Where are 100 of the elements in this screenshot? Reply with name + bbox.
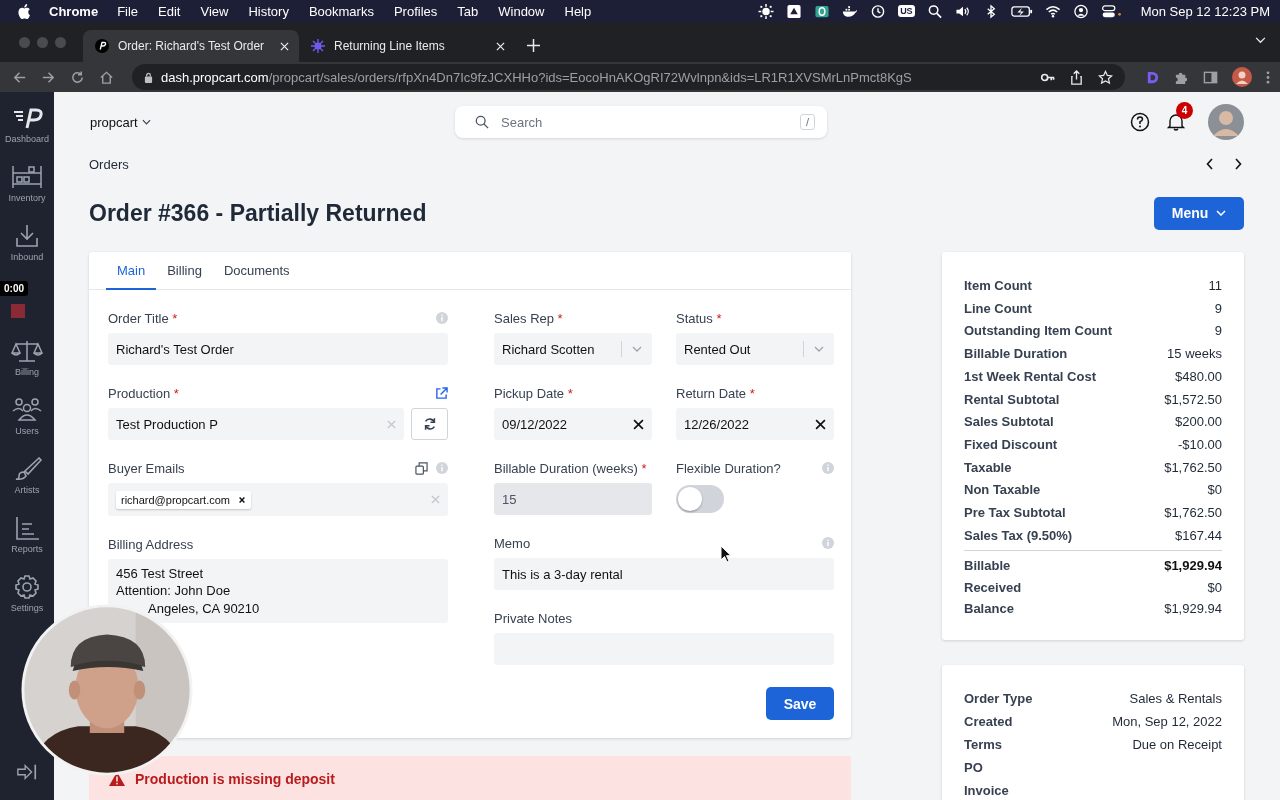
sales-rep-dropdown[interactable]: Richard Scotten	[494, 333, 652, 365]
detail-label: Invoice	[964, 781, 1009, 800]
side-panel-icon[interactable]	[1203, 69, 1218, 85]
production-field[interactable]: Test Production P	[108, 408, 404, 440]
wifi-icon[interactable]	[1044, 3, 1061, 19]
sidebar-item[interactable]: Inventory	[8, 161, 46, 220]
refresh-button[interactable]	[411, 408, 448, 440]
sidebar-item[interactable]: Reports	[11, 512, 43, 571]
favicon-icon	[311, 39, 325, 53]
menu-item[interactable]: Profiles	[393, 3, 438, 19]
status-dropdown[interactable]: Rented Out	[676, 333, 834, 365]
close-icon[interactable]	[496, 41, 505, 51]
copy-icon[interactable]	[415, 461, 428, 475]
control-center-icon[interactable]	[1100, 3, 1123, 19]
bell-icon[interactable]	[1166, 112, 1186, 132]
battery-icon[interactable]	[1010, 3, 1033, 19]
previous-icon[interactable]	[1206, 158, 1214, 170]
collapse-sidebar-icon[interactable]	[16, 762, 38, 782]
avatar[interactable]	[1208, 104, 1244, 140]
breadcrumb-link[interactable]: Orders	[89, 156, 129, 172]
summary-value: 9	[1214, 322, 1222, 341]
browser-tab[interactable]: Returning Line Items	[299, 30, 515, 62]
new-tab-icon[interactable]	[527, 39, 540, 52]
address-bar[interactable]: dash.propcart.com/propcart/sales/orders/rfpXn4Dn7Ic9fzJCXHHo?ids=EocoHnAKOgRI72Wvlnpn&ids=LR1R1XVSMrLnPmct8KgS	[132, 64, 1125, 90]
browser-tab[interactable]: Order: Richard's Test Order	[83, 30, 299, 62]
sidebar-item[interactable]: Settings	[10, 571, 44, 630]
menu-item[interactable]: Bookmarks	[308, 3, 374, 19]
search-input[interactable]: Search	[499, 113, 800, 131]
memo-field[interactable]: This is a 3-day rental	[494, 558, 834, 590]
summary-value: $167.44	[1175, 526, 1222, 545]
star-icon[interactable]	[1098, 69, 1113, 85]
remove-icon[interactable]	[238, 495, 246, 504]
summary-value: -$10.00	[1177, 435, 1222, 454]
tab-list-chevron-icon[interactable]	[1255, 37, 1266, 44]
field-label: Flexible Duration?	[676, 460, 781, 476]
field-label: Buyer Emails	[108, 460, 185, 476]
clock-icon[interactable]	[870, 3, 887, 19]
menubar-clock[interactable]: Mon Sep 12 12:23 PM	[1140, 3, 1270, 19]
summary-label: 1st Week Rental Cost	[964, 367, 1096, 386]
home-icon[interactable]	[99, 69, 114, 85]
sidebar-item[interactable]: Artists	[11, 453, 43, 512]
app-icon[interactable]	[814, 3, 831, 19]
detail-label: Created	[964, 712, 1013, 731]
flexible-duration-toggle[interactable]	[676, 485, 724, 513]
summary-label: Fixed Discount	[964, 435, 1058, 454]
user-icon[interactable]	[1072, 3, 1089, 19]
search-field[interactable]: Search /	[455, 106, 827, 138]
search-icon[interactable]	[926, 3, 943, 19]
next-icon[interactable]	[1234, 158, 1242, 170]
form-tab[interactable]: Documents	[212, 252, 301, 290]
detail-value: Sales & Rentals	[1129, 689, 1222, 708]
save-button[interactable]: Save	[766, 687, 834, 720]
favicon-icon	[95, 39, 109, 53]
form-tab[interactable]: Main	[106, 252, 157, 290]
sun-icon[interactable]	[758, 3, 775, 19]
summary-label: Received	[964, 578, 1022, 597]
reload-icon[interactable]	[70, 69, 85, 85]
return-date-field[interactable]: 12/26/2022	[676, 408, 834, 440]
help-icon[interactable]	[1130, 112, 1150, 132]
sidebar-item[interactable]: Inbound	[10, 220, 44, 279]
more-icon[interactable]	[1266, 69, 1270, 85]
billing-address-field[interactable]: 456 Test Street Attention: John Doe Angeles, CA 90210	[108, 559, 448, 623]
menu-item[interactable]: Help	[564, 3, 592, 19]
menu-button[interactable]: Menu	[1154, 196, 1244, 230]
menu-item[interactable]: History	[248, 3, 289, 19]
whale-icon[interactable]	[842, 3, 859, 19]
field-label: Order Title *	[108, 310, 178, 326]
summary-label: Non Taxable	[964, 481, 1041, 500]
extension-icon[interactable]	[1145, 69, 1160, 85]
warning-icon	[109, 772, 125, 786]
close-icon[interactable]	[280, 41, 289, 51]
summary-label: Rental Subtotal	[964, 390, 1060, 409]
buyer-emails-field[interactable]: richard@propcart.com	[108, 483, 448, 516]
sidebar-item[interactable]: Users	[11, 394, 43, 453]
pickup-date-field[interactable]: 09/12/2022	[494, 408, 652, 440]
input-source[interactable]: US	[898, 5, 915, 17]
sidebar-item[interactable]: Dashboard	[5, 102, 49, 161]
share-icon[interactable]	[1069, 69, 1084, 85]
sidebar-item[interactable]: Billing	[11, 335, 43, 394]
menu-item[interactable]: View	[200, 3, 229, 19]
chevron-down-icon	[1216, 210, 1227, 216]
apple-icon[interactable]	[17, 3, 31, 19]
menu-item[interactable]: Window	[498, 3, 545, 19]
clear-icon[interactable]	[815, 418, 826, 430]
profile-avatar-icon[interactable]	[1232, 67, 1252, 87]
order-title-field[interactable]: Richard's Test Order	[108, 333, 448, 365]
chevron-down-icon	[632, 346, 642, 352]
organization-dropdown[interactable]: propcart	[90, 114, 151, 130]
clear-icon[interactable]	[633, 418, 644, 430]
menu-item[interactable]: File	[117, 3, 139, 19]
drive-icon[interactable]	[786, 3, 803, 19]
app-menu[interactable]: Chrome	[49, 3, 99, 19]
external-link-icon[interactable]	[435, 386, 448, 400]
logo-icon	[11, 106, 43, 130]
summary-value: $0	[1207, 481, 1222, 500]
summary-value: 11	[1208, 277, 1222, 295]
field-label: Private Notes	[494, 610, 573, 626]
menu-item[interactable]: Edit	[158, 3, 181, 19]
form-tab[interactable]: Billing	[156, 252, 213, 290]
menu-item[interactable]: Tab	[457, 3, 479, 19]
